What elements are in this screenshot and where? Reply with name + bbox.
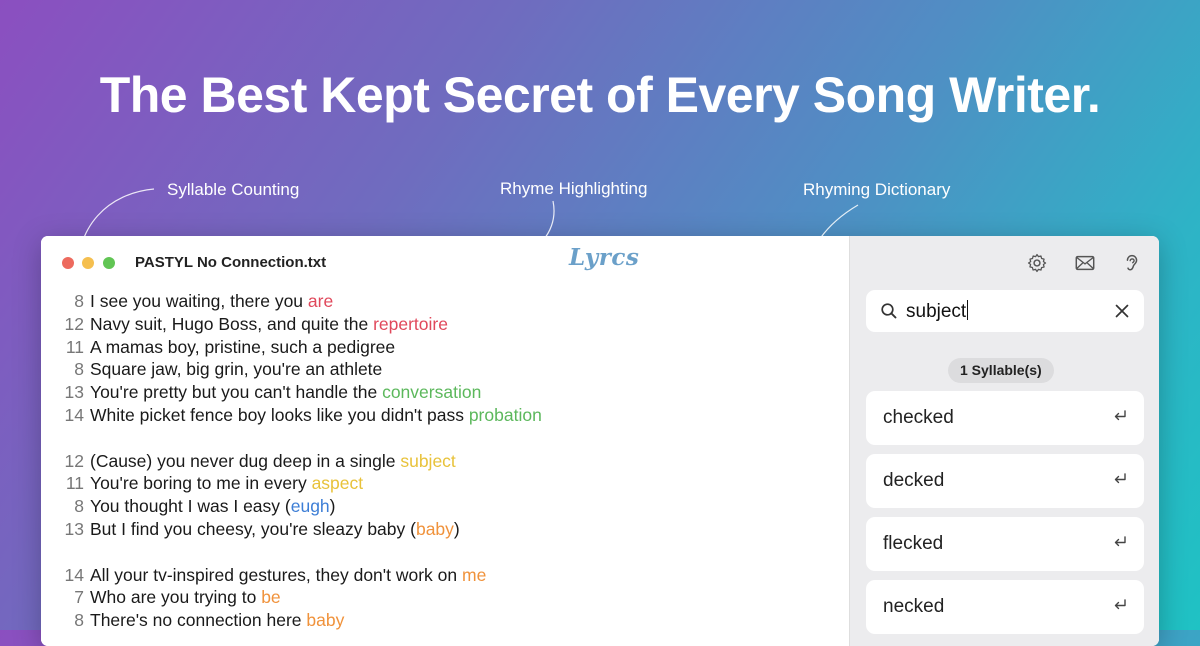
rhyme-highlight: probation — [468, 404, 542, 425]
lyric-text: You're boring to me in every — [90, 473, 312, 494]
syllable-count: 8 — [74, 359, 84, 380]
rhyme-search-field[interactable]: subject — [866, 290, 1144, 332]
lyric-line: 8 Square jaw, big grin, you're an athlete — [41, 358, 849, 381]
lyric-line: 7 Who are you trying to be — [41, 586, 849, 609]
syllable-count-badge: 1 Syllable(s) — [948, 358, 1054, 383]
rhyme-highlight: subject — [400, 450, 456, 471]
lyric-text: Square jaw, big grin, you're an athlete — [90, 359, 383, 380]
callout-rhyming-dictionary: Rhyming Dictionary — [803, 180, 951, 199]
callout-rhyme-highlighting: Rhyme Highlighting — [500, 179, 648, 198]
close-window-button[interactable] — [62, 257, 74, 269]
envelope-icon[interactable] — [1074, 252, 1096, 274]
document-title: PASTYL No Connection.txt — [135, 254, 327, 271]
syllable-count: 13 — [64, 382, 84, 403]
clear-search-icon[interactable] — [1114, 303, 1130, 319]
syllable-count: 11 — [65, 473, 84, 494]
lyric-text: There's no connection here — [90, 610, 307, 631]
rhyme-highlight: eugh — [290, 496, 330, 517]
syllable-count: 7 — [74, 587, 84, 608]
rhyme-result-word: decked — [883, 470, 945, 491]
search-input[interactable]: subject — [906, 300, 968, 323]
lyric-text: (Cause) you never dug deep in a single — [90, 450, 401, 471]
lyric-line: 11 A mamas boy, pristine, such a pedigree — [41, 336, 849, 359]
lyric-line: 8 You thought I was I easy (eugh) — [41, 495, 849, 518]
rhyme-result-item[interactable]: flecked — [866, 517, 1144, 571]
syllable-count: 8 — [74, 291, 84, 311]
rhyme-result-item[interactable]: necked — [866, 580, 1144, 634]
zoom-window-button[interactable] — [103, 257, 115, 269]
syllable-count: 13 — [64, 518, 84, 539]
lyric-line: 14 White picket fence boy looks like you … — [41, 404, 849, 427]
lyric-line: 12 (Cause) you never dug deep in a single… — [41, 450, 849, 473]
rhyme-highlight: me — [462, 564, 487, 585]
rhyme-result-item[interactable]: decked — [866, 454, 1144, 508]
lyric-line: 13 But I find you cheesy, you're sleazy b… — [41, 518, 849, 541]
lyric-line: 13 You're pretty but you can't handle the… — [41, 381, 849, 404]
rhyme-highlight: baby — [415, 518, 454, 539]
rhyme-result-item[interactable]: checked — [866, 391, 1144, 445]
lyric-text: ) — [329, 496, 336, 517]
gear-icon[interactable] — [1026, 252, 1048, 274]
editor-pane: PASTYL No Connection.txt Lyrcs 8 I see yo… — [41, 236, 849, 646]
lyric-text: White picket fence boy looks like you di… — [90, 404, 469, 425]
app-logo: Lyrcs — [569, 244, 640, 271]
lyric-text: All your tv-inspired gestures, they don'… — [90, 564, 462, 585]
insert-return-icon[interactable] — [1112, 471, 1128, 487]
insert-return-icon[interactable] — [1112, 597, 1128, 613]
app-window: PASTYL No Connection.txt Lyrcs 8 I see yo… — [41, 236, 1159, 646]
search-icon — [881, 303, 897, 319]
lyric-text: A mamas boy, pristine, such a pedigree — [90, 336, 396, 357]
insert-return-icon[interactable] — [1112, 534, 1128, 550]
lyric-text: ) — [453, 518, 460, 539]
lyric-text: I see you waiting, there you — [90, 291, 308, 311]
syllable-count: 8 — [74, 610, 84, 631]
rhyme-result-word: necked — [883, 596, 945, 617]
syllable-count: 12 — [64, 313, 84, 334]
syllable-count: 11 — [65, 336, 84, 357]
callout-syllable-counting: Syllable Counting — [167, 180, 300, 199]
rhyme-highlight: baby — [306, 610, 345, 631]
lyric-text: But I find you cheesy, you're sleazy bab… — [90, 518, 416, 539]
lyric-line: 14 All your tv-inspired gestures, they do… — [41, 564, 849, 587]
syllable-count: 14 — [64, 564, 84, 585]
rhyming-dictionary-panel: subject 1 Syllable(s) checked decked fleck… — [849, 236, 1159, 646]
lyric-text: You thought I was I easy ( — [90, 496, 291, 517]
lyric-line: 12 Navy suit, Hugo Boss, and quite the re… — [41, 313, 849, 336]
rhyme-highlight: are — [307, 291, 334, 311]
rhyme-highlight: be — [261, 587, 281, 608]
lyric-text: Who are you trying to — [90, 587, 262, 608]
lyric-line: 11 You're boring to me in every aspect — [41, 472, 849, 495]
rhyme-highlight: repertoire — [373, 313, 448, 334]
rhyme-highlight: conversation — [382, 382, 482, 403]
syllable-count: 14 — [64, 404, 84, 425]
insert-return-icon[interactable] — [1112, 408, 1128, 424]
rhyme-highlight: aspect — [311, 473, 364, 494]
minimize-window-button[interactable] — [82, 257, 94, 269]
lyric-text: You're pretty but you can't handle the — [90, 382, 383, 403]
lyric-text: Navy suit, Hugo Boss, and quite the — [90, 313, 374, 334]
lyric-line: 8 I see you waiting, there you are — [41, 290, 849, 313]
rhyme-result-word: flecked — [883, 533, 944, 554]
rhyme-result-word: checked — [883, 407, 954, 428]
lyrics-editor[interactable]: 8 I see you waiting, there you are 12 Navy … — [41, 290, 849, 632]
syllable-count: 8 — [74, 496, 84, 517]
syllable-count: 12 — [64, 450, 84, 471]
headline: The Best Kept Secret of Every Song Write… — [99, 67, 1101, 123]
ear-icon[interactable] — [1121, 252, 1143, 274]
lyric-line: 8 There's no connection here baby — [41, 609, 849, 632]
